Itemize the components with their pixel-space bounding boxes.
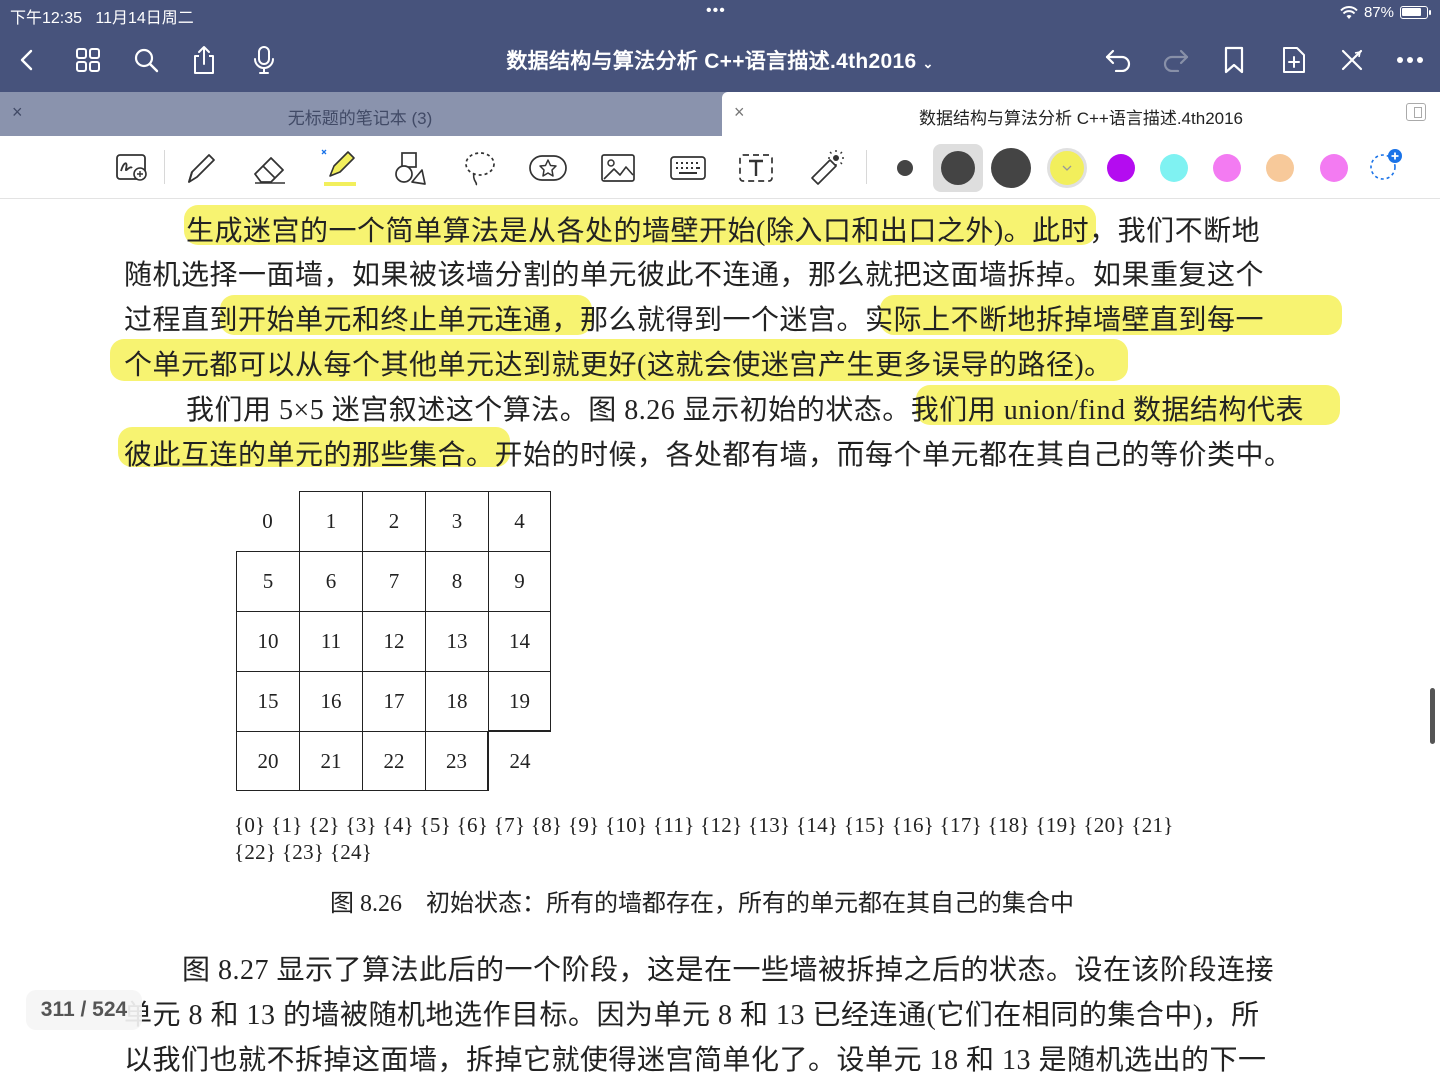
text-line: 生成迷宫的一个简单算法是从各处的墙壁开始(除入口和出口之外)。此时，我们不断地 [186,216,1261,247]
text-line: 随机选择一面墙，如果被该墙分割的单元彼此不连通，那么就把这面墙拆掉。如果重复这个 [124,260,1265,291]
maze-cell: 12 [362,611,425,671]
laser-pointer-icon[interactable] [804,146,848,190]
document-title-text: 数据结构与算法分析 C++语言描述.4th2016 [506,50,917,73]
maze-cell: 7 [362,551,425,611]
tab-label: 无标题的笔记本 (3) [287,109,433,128]
maze-cell: 11 [299,611,362,671]
text-line: 以我们也就不拆掉这面墙，拆掉它就使得迷宫简单化了。设单元 18 和 13 是随机… [124,1045,1267,1076]
color-swatch-purple[interactable] [1107,154,1135,182]
maze-cell: 18 [425,671,488,731]
maze-cell: 3 [425,491,488,551]
multitasking-dots-icon[interactable]: ••• [706,2,726,20]
status-indicators: 87% [1340,4,1431,21]
color-swatch-magenta[interactable] [1320,154,1348,182]
add-color-icon[interactable] [1370,149,1402,180]
tab-label: 数据结构与算法分析 C++语言描述.4th2016 [918,109,1244,128]
undo-icon[interactable] [1098,40,1138,80]
chevron-down-icon [1062,165,1072,171]
color-swatch-yellow[interactable] [1047,148,1087,188]
set-list-line: {22} {23} {24} [234,840,373,864]
maze-cell: 17 [362,671,425,731]
maze-cell: 16 [299,671,362,731]
maze-cell: 8 [425,551,488,611]
maze-cell: 10 [236,611,299,671]
tab-bar: × 无标题的笔记本 (3) × 数据结构与算法分析 C++语言描述.4th201… [0,92,1440,136]
text-line: 彼此互连的单元的那些集合。开始的时候，各处都有墙，而每个单元都在其自己的等价类中… [124,440,1293,471]
maze-cell: 21 [299,731,362,791]
color-swatch-pink[interactable] [1213,154,1241,182]
text-line: 图 8.27 显示了算法此后的一个阶段，这是在一些墙被拆掉之后的状态。设在该阶段… [182,955,1275,986]
battery-percent: 87% [1363,4,1394,21]
maze-cell: 9 [488,551,551,611]
status-datetime: 下午12:35 11月14日周二 [10,4,194,28]
pdf-page[interactable]: 生成迷宫的一个简单算法是从各处的墙壁开始(除入口和出口之外)。此时，我们不断地 … [0,199,1440,1080]
redo-icon[interactable] [1156,40,1196,80]
bookmark-icon[interactable] [1214,40,1254,80]
navigation-bar: 数据结构与算法分析 C++语言描述.4th2016 ⌄ [0,28,1440,92]
highlighter-icon[interactable] [318,146,362,190]
pen-size-medium[interactable] [941,151,975,185]
sticker-icon[interactable] [526,146,570,190]
shapes-icon[interactable] [388,146,432,190]
maze-cell: 13 [425,611,488,671]
tab-document[interactable]: × 数据结构与算法分析 C++语言描述.4th2016 [722,92,1440,136]
maze-cell: 0 [262,508,273,533]
pen-size-small[interactable] [897,160,913,176]
status-time: 下午12:35 [10,10,83,27]
pen-size-large[interactable] [991,148,1031,188]
maze-cell: 5 [236,551,299,611]
figure-caption: 图 8.26 初始状态：所有的墙都存在，所有的单元都在其自己的集合中 [330,891,1074,917]
maze-cell: 22 [362,731,425,791]
chevron-down-icon: ⌄ [922,56,934,71]
maze-cell: 6 [299,551,362,611]
split-view-icon[interactable] [1406,103,1426,121]
zoom-draw-icon[interactable] [110,146,154,190]
image-icon[interactable] [596,146,640,190]
set-list-line: {0} {1} {2} {3} {4} {5} {6} {7} {8} {9} … [234,813,1174,837]
maze-cell: 19 [488,671,551,731]
battery-fill [1402,8,1421,16]
eraser-icon[interactable] [248,146,292,190]
keyboard-icon[interactable] [666,146,710,190]
tab-notebook[interactable]: × 无标题的笔记本 (3) [0,92,720,136]
add-page-icon[interactable] [1274,40,1314,80]
scrollbar[interactable] [1430,688,1435,744]
toolbar-divider [866,150,867,184]
maze-cell: 2 [362,491,425,551]
annotation-toolbar [0,136,1440,199]
maze-cell: 4 [488,491,551,551]
maze-cell: 15 [236,671,299,731]
battery-icon [1400,6,1431,19]
text-line: 单元 8 和 13 的墙被随机地选作目标。因为单元 8 和 13 已经连通(它们… [124,1000,1260,1031]
text-line: 我们用 5×5 迷宫叙述这个算法。图 8.26 显示初始的状态。我们用 unio… [186,395,1304,426]
status-date: 11月14日周二 [95,10,194,27]
pen-icon[interactable] [178,146,222,190]
status-bar: 下午12:35 11月14日周二 ••• 87% [0,0,1440,28]
page-indicator[interactable]: 311 / 524 [26,990,142,1030]
lasso-icon[interactable] [458,146,502,190]
maze-cell: 24 [488,731,551,791]
maze-figure: 0 1 2 3 4 5 6 7 8 9 10 11 12 13 14 15 16 17 18 19 20 21 22 23 24 [234,489,554,792]
more-icon[interactable] [1390,40,1430,80]
toolbar-divider [164,150,165,184]
text-line: 过程直到开始单元和终止单元连通，那么就得到一个迷宫。实际上不断地拆掉墙壁直到每一 [124,305,1265,336]
text-box-icon[interactable] [734,146,778,190]
wifi-icon [1340,5,1358,19]
color-swatch-peach[interactable] [1266,154,1294,182]
maze-cell: 23 [425,731,488,791]
close-mode-icon[interactable] [1332,40,1372,80]
text-line: 个单元都可以从每个其他单元达到就更好(这就会使迷宫产生更多误导的路径)。 [124,350,1113,381]
maze-cell: 20 [236,731,299,791]
maze-cell: 14 [488,611,551,671]
color-swatch-cyan[interactable] [1160,154,1188,182]
maze-cell: 1 [299,491,362,551]
